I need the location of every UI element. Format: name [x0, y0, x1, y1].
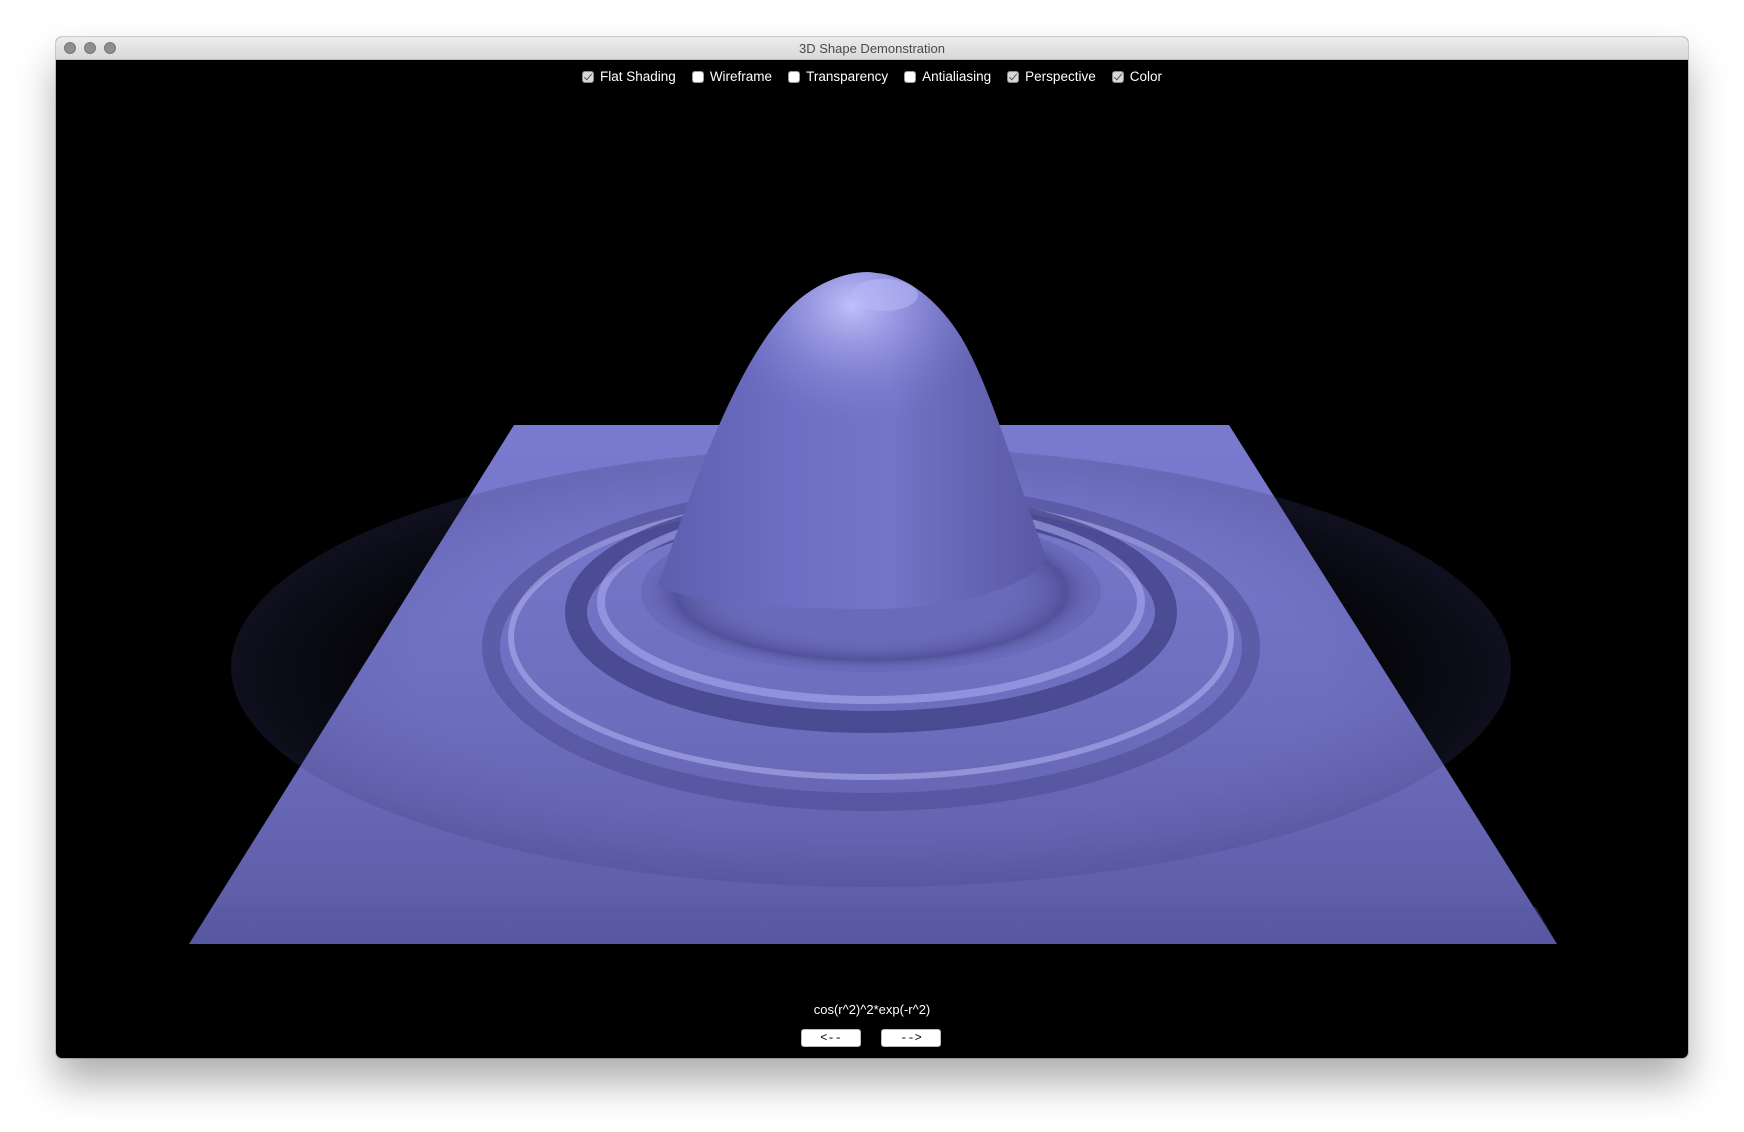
flat-shading-label: Flat Shading — [600, 69, 676, 84]
option-transparency[interactable]: Transparency — [788, 69, 888, 84]
surface-render-canvas[interactable] — [56, 37, 1688, 1058]
wireframe-label: Wireframe — [709, 69, 773, 84]
color-checkbox[interactable] — [1111, 70, 1124, 83]
antialiasing-checkbox[interactable] — [904, 70, 917, 83]
render-options-bar: Flat Shading Wireframe Transparency Anti… — [56, 69, 1688, 84]
app-window: 3D Shape Demonstration Flat Shading Wire… — [56, 37, 1688, 1058]
bump-specular — [850, 279, 918, 311]
option-wireframe[interactable]: Wireframe — [691, 69, 773, 84]
previous-shape-button[interactable]: <-- — [801, 1029, 861, 1047]
next-shape-button[interactable]: --> — [881, 1029, 941, 1047]
wireframe-checkbox[interactable] — [691, 70, 704, 83]
option-flat-shading[interactable]: Flat Shading — [582, 69, 676, 84]
option-antialiasing[interactable]: Antialiasing — [904, 69, 991, 84]
formula-label: cos(r^2)^2*exp(-r^2) — [813, 1002, 931, 1017]
option-perspective[interactable]: Perspective — [1007, 69, 1096, 84]
perspective-checkbox[interactable] — [1007, 70, 1020, 83]
transparency-checkbox[interactable] — [788, 70, 801, 83]
antialiasing-label: Antialiasing — [922, 69, 992, 84]
color-label: Color — [1129, 69, 1162, 84]
transparency-label: Transparency — [806, 69, 889, 84]
flat-shading-checkbox[interactable] — [582, 70, 594, 83]
perspective-label: Perspective — [1025, 69, 1096, 84]
option-color[interactable]: Color — [1111, 69, 1162, 84]
